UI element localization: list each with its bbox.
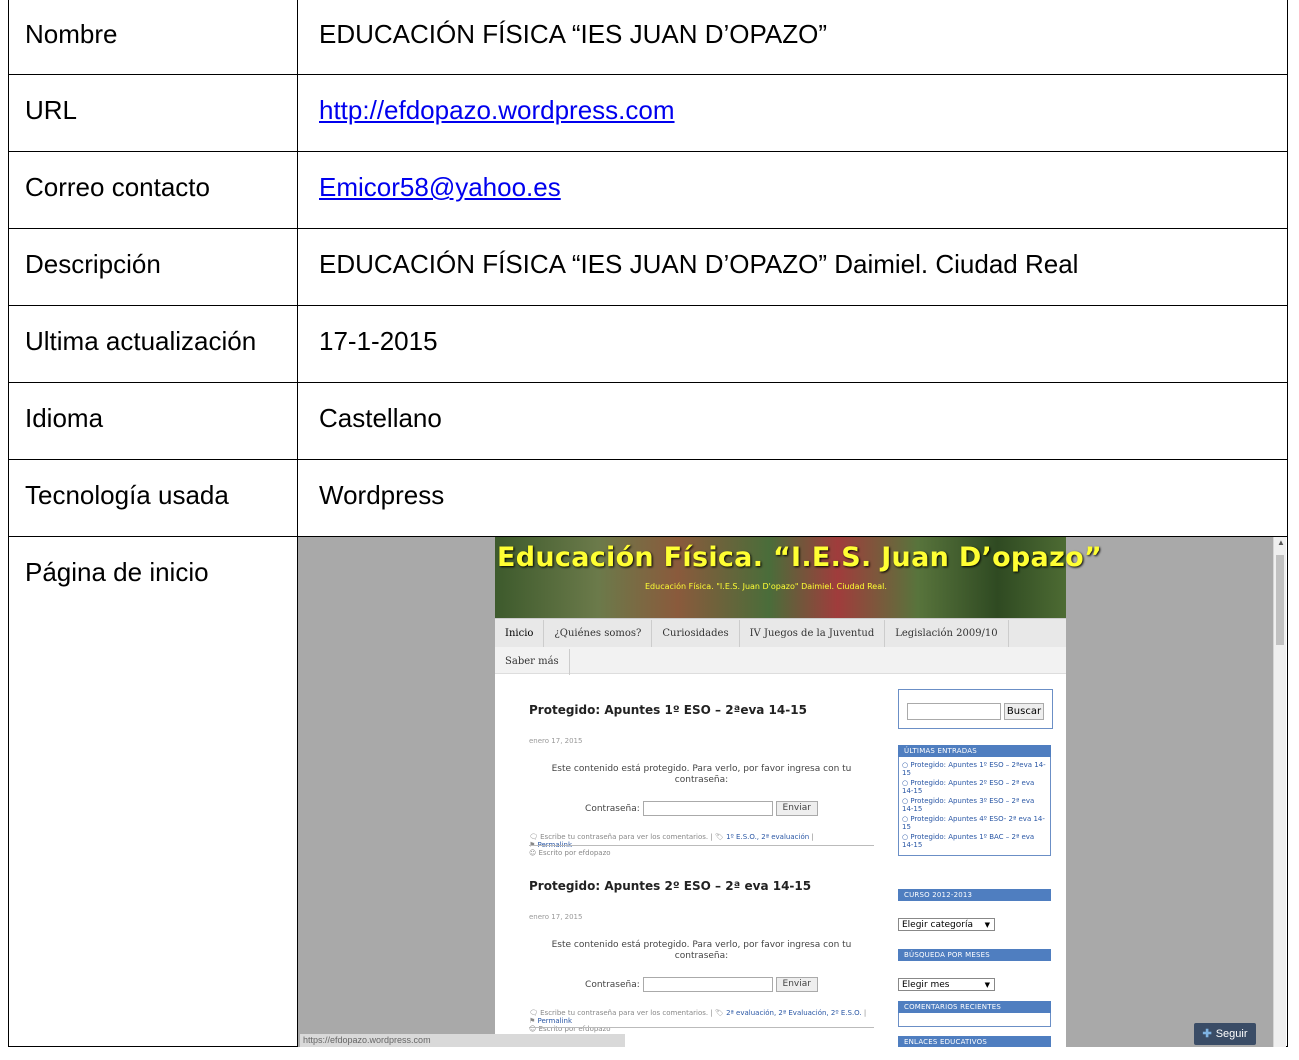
latest-entries-widget: ÚLTIMAS ENTRADAS ○ Protegido: Apuntes 1º… (898, 745, 1051, 856)
row-value: EDUCACIÓN FÍSICA “IES JUAN D’OPAZO” Daim… (297, 228, 1288, 306)
password-form: Contraseña: Enviar (529, 970, 874, 1000)
months-widget: BÚSQUEDA POR MESES Elegir mes ▼ (898, 949, 1051, 994)
table-row: Tecnología usada Wordpress (8, 459, 1288, 537)
site-title: Educación Física. “I.E.S. Juan D’opazo” (497, 542, 1102, 573)
chevron-down-icon: ▼ (984, 981, 990, 989)
post-date: enero 17, 2015 (529, 913, 583, 921)
permalink-icon: ⚑ (529, 1017, 536, 1025)
post-meta: 🗨 Escribe tu contraseña para ver los com… (529, 1009, 867, 1033)
row-label: Ultima actualización (8, 305, 298, 383)
table-row: Idioma Castellano (8, 382, 1288, 460)
widget-title: ENLACES EDUCATIVOS (898, 1036, 1051, 1047)
search-widget: Buscar (898, 689, 1053, 729)
password-input[interactable] (642, 801, 773, 816)
widget-title: COMENTARIOS RECIENTES (898, 1001, 1051, 1013)
homepage-screenshot: Educación Física. “I.E.S. Juan D’opazo” … (298, 537, 1286, 1047)
recent-comments-widget: COMENTARIOS RECIENTES (898, 1001, 1051, 1027)
homepage-screenshot-cell: Educación Física. “I.E.S. Juan D’opazo” … (297, 536, 1288, 1047)
search-button[interactable]: Buscar (1004, 703, 1044, 720)
row-label: Página de inicio (8, 536, 298, 1047)
comment-icon: 🗨 (529, 833, 538, 841)
nav-item-legislacion[interactable]: Legislación 2009/10 (885, 620, 1009, 648)
main-nav: Inicio ¿Quiénes somos? Curiosidades IV Jueg… (495, 618, 1066, 648)
latest-entries-list: ○ Protegido: Apuntes 1º ESO – 2ªeva 14-1… (898, 757, 1051, 856)
password-input[interactable] (642, 977, 773, 992)
category-select[interactable]: Elegir categoría ▼ (898, 918, 995, 931)
table-row: Descripción EDUCACIÓN FÍSICA “IES JUAN D… (8, 228, 1288, 306)
list-item[interactable]: ○ Protegido: Apuntes 4º ESO- 2ª eva 14-1… (902, 815, 1047, 831)
widget-title: ÚLTIMAS ENTRADAS (898, 745, 1051, 757)
table-row: Nombre EDUCACIÓN FÍSICA “IES JUAN D’OPAZ… (8, 0, 1288, 75)
protected-notice: Este contenido está protegido. Para verl… (551, 764, 852, 785)
secondary-nav: Saber más (495, 647, 1066, 675)
table-row: Página de inicio Educación Física. “I.E.… (8, 536, 1288, 1047)
table-row: Ultima actualización 17-1-2015 (8, 305, 1288, 383)
info-table: Nombre EDUCACIÓN FÍSICA “IES JUAN D’OPAZ… (8, 0, 1288, 1047)
status-bar-url: https://efdopazo.wordpress.com (300, 1034, 625, 1047)
row-value: 17-1-2015 (297, 305, 1288, 383)
plus-icon: ✚ (1202, 1028, 1212, 1040)
post-1: Protegido: Apuntes 1º ESO – 2ªeva 14-15 … (529, 695, 874, 857)
site-page: Educación Física. “I.E.S. Juan D’opazo” … (495, 537, 1102, 1047)
widget-title: BÚSQUEDA POR MESES (898, 949, 1051, 961)
scroll-up-icon[interactable]: ▲ (1277, 539, 1285, 547)
nav-item-curiosidades[interactable]: Curiosidades (652, 620, 740, 648)
scrollbar-thumb[interactable] (1276, 555, 1284, 645)
nav-item-quienes-somos[interactable]: ¿Quiénes somos? (544, 620, 653, 648)
permalink-link[interactable]: Permalink (538, 1017, 573, 1025)
row-value: Castellano (297, 382, 1288, 460)
post-date: enero 17, 2015 (529, 737, 583, 745)
row-label: URL (8, 74, 298, 152)
search-input[interactable] (907, 703, 1001, 720)
password-label: Contraseña: (585, 804, 640, 814)
url-link[interactable]: http://efdopazo.wordpress.com (319, 95, 675, 125)
chevron-down-icon: ▼ (984, 921, 990, 929)
site-header: Educación Física. “I.E.S. Juan D’opazo” … (495, 537, 1102, 618)
course-widget: CURSO 2012-2013 Elegir categoría ▼ (898, 889, 1051, 934)
list-item[interactable]: ○ Protegido: Apuntes 2º ESO – 2ª eva 14-… (902, 779, 1047, 795)
list-item[interactable]: ○ Protegido: Apuntes 1º ESO – 2ªeva 14-1… (902, 761, 1047, 777)
category-link[interactable]: 2ª evaluación, 2ª Evaluación, 2º E.S.O. (726, 1009, 862, 1017)
email-link[interactable]: Emicor58@yahoo.es (319, 172, 561, 202)
month-select[interactable]: Elegir mes ▼ (898, 978, 995, 991)
submit-button[interactable]: Enviar (775, 801, 818, 816)
table-row: URL http://efdopazo.wordpress.com (8, 74, 1288, 152)
author-icon: ☺ (529, 849, 537, 857)
post-2: Protegido: Apuntes 2º ESO – 2ª eva 14-15… (529, 871, 874, 1033)
row-label: Correo contacto (8, 151, 298, 229)
nav-item-saber-mas[interactable]: Saber más (495, 649, 570, 675)
nav-item-inicio[interactable]: Inicio (495, 620, 545, 648)
follow-button[interactable]: ✚ Seguir (1194, 1023, 1256, 1045)
row-value: EDUCACIÓN FÍSICA “IES JUAN D’OPAZO” (297, 0, 1288, 75)
links-widget: ENLACES EDUCATIVOS (898, 1036, 1051, 1047)
submit-button[interactable]: Enviar (775, 977, 818, 992)
password-label: Contraseña: (585, 980, 640, 990)
table-row: Correo contacto Emicor58@yahoo.es (8, 151, 1288, 229)
category-link[interactable]: 1º E.S.O., 2ª evaluación (726, 833, 809, 841)
list-item[interactable]: ○ Protegido: Apuntes 3º ESO – 2ª eva 14-… (902, 797, 1047, 813)
post-divider (529, 1027, 874, 1028)
row-value: Wordpress (297, 459, 1288, 537)
row-label: Nombre (8, 0, 298, 75)
post-title[interactable]: Protegido: Apuntes 2º ESO – 2ª eva 14-15 (529, 871, 874, 901)
nav-item-juegos-juventud[interactable]: IV Juegos de la Juventud (740, 620, 886, 648)
row-label: Descripción (8, 228, 298, 306)
row-label: Idioma (8, 382, 298, 460)
list-item[interactable]: ○ Protegido: Apuntes 1º BAC – 2ª eva 14-… (902, 833, 1047, 849)
post-divider (529, 845, 874, 846)
comment-icon: 🗨 (529, 1009, 538, 1017)
widget-title: CURSO 2012-2013 (898, 889, 1051, 901)
post-title[interactable]: Protegido: Apuntes 1º ESO – 2ªeva 14-15 (529, 695, 874, 725)
protected-notice: Este contenido está protegido. Para verl… (551, 940, 852, 961)
category-icon: 🏷 (714, 833, 724, 841)
scrollbar[interactable]: ▲ (1273, 537, 1286, 1047)
site-subtitle: Educación Física. "I.E.S. Juan D'opazo" … (645, 582, 887, 591)
password-form: Contraseña: Enviar (529, 794, 874, 824)
row-label: Tecnología usada (8, 459, 298, 537)
category-icon: 🏷 (714, 1009, 724, 1017)
